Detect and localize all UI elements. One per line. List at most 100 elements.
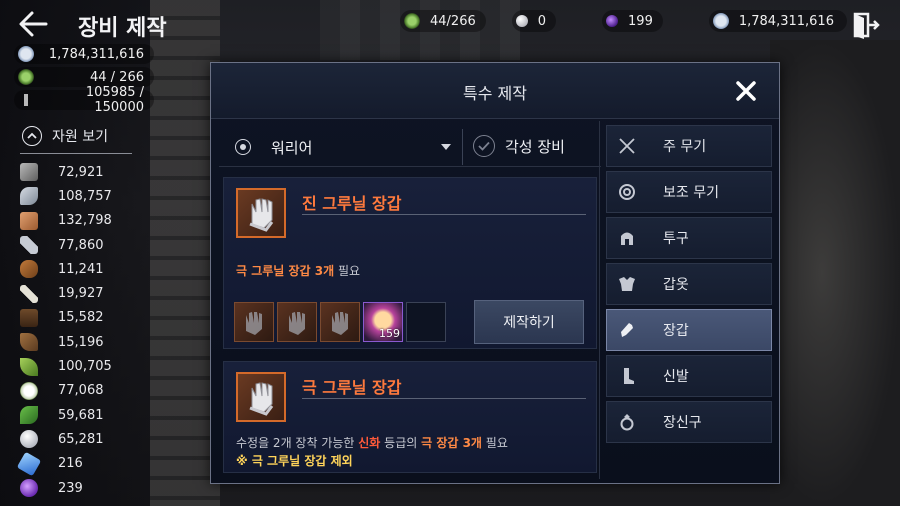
close-icon xyxy=(736,81,756,101)
egg-icon xyxy=(20,430,38,449)
leaf-icon xyxy=(20,357,38,376)
resource-purple-gem: 239 xyxy=(20,476,132,500)
silver-coin-icon xyxy=(18,46,34,62)
helmet-icon xyxy=(607,229,647,247)
stone-icon xyxy=(20,187,38,206)
recipe-requirement: 수정을 2개 장착 가능한 신화 등급의 극 장갑 3개 필요 xyxy=(236,436,508,450)
arrow-left-icon xyxy=(19,11,48,37)
resource-stone: 108,757 xyxy=(20,184,132,208)
resource-feather: 77,860 xyxy=(20,233,132,257)
resource-ore: 72,921 xyxy=(20,160,132,184)
material-slot[interactable] xyxy=(277,302,317,342)
wheat-icon xyxy=(24,92,28,108)
resource-view-toggle[interactable]: 자원 보기 xyxy=(22,126,108,146)
material-slot[interactable]: 159 xyxy=(363,302,403,342)
purple-orb-icon xyxy=(606,15,619,27)
filter-divider xyxy=(462,129,463,165)
category-gloves[interactable]: 장갑 xyxy=(606,309,772,351)
recipe-requirement: 극 그루닐 장갑 3개 필요 xyxy=(236,264,361,278)
resource-root: 15,196 xyxy=(20,330,132,354)
resource-divider xyxy=(20,153,132,154)
resource-log: 11,241 xyxy=(20,257,132,281)
top-currency-pearls: 0 xyxy=(511,10,557,32)
recipe-card[interactable]: 진 그루닐 장갑 극 그루닐 장갑 3개 필요 159 제작하기 xyxy=(223,177,597,349)
category-boots[interactable]: 신발 xyxy=(606,355,772,397)
ore-icon xyxy=(20,163,38,182)
page-title: 장비 제작 xyxy=(78,16,167,41)
top-currency-gems: 44/266 xyxy=(400,10,486,32)
category-sub-weapon[interactable]: 보조 무기 xyxy=(606,171,772,213)
category-armor[interactable]: 갑옷 xyxy=(606,263,772,305)
crystal-icon xyxy=(16,451,42,476)
cotton-icon xyxy=(20,381,38,400)
material-slot[interactable] xyxy=(320,302,360,342)
category-accessory[interactable]: 장신구 xyxy=(606,401,772,443)
top-currency-orbs: 199 xyxy=(602,10,663,32)
boot-icon xyxy=(607,367,647,385)
recipe-card[interactable]: 극 그루닐 장갑 수정을 2개 장착 가능한 신화 등급의 극 장갑 3개 필요… xyxy=(223,361,597,473)
leather-icon xyxy=(20,211,38,230)
resource-bone: 19,927 xyxy=(20,281,132,305)
dialog-title: 특수 제작 xyxy=(463,84,527,103)
crossed-swords-icon xyxy=(607,137,647,155)
radio-selected-icon xyxy=(235,139,251,155)
currency-silver: 1,784,311,616 xyxy=(14,44,154,64)
currency-stamina: 105985 / 150000 xyxy=(14,85,154,115)
recipe-name: 극 그루닐 장갑 xyxy=(302,378,402,397)
exit-door-icon xyxy=(853,12,880,39)
resource-cotton: 77,068 xyxy=(20,379,132,403)
glove-item-icon xyxy=(236,188,286,238)
armor-icon xyxy=(607,275,647,293)
awaken-gear-toggle[interactable]: 각성 장비 xyxy=(473,135,565,157)
currency-gems: 44 / 266 xyxy=(14,67,154,87)
gem-green-icon xyxy=(404,13,420,29)
background-statue xyxy=(770,40,900,506)
recipe-underline xyxy=(302,214,586,215)
silver-coin-icon xyxy=(712,13,729,29)
category-helmet[interactable]: 투구 xyxy=(606,217,772,259)
filter-bar: 워리어 각성 장비 xyxy=(219,127,601,167)
material-slot[interactable] xyxy=(234,302,274,342)
back-button[interactable] xyxy=(16,8,52,40)
resource-crystal: 216 xyxy=(16,451,132,476)
top-currency-bar: 44/266 0 199 1,784,311,616 xyxy=(400,10,853,32)
craft-button[interactable]: 제작하기 xyxy=(474,300,584,344)
resource-herb: 59,681 xyxy=(20,403,132,427)
check-circle-icon xyxy=(473,135,495,157)
glove-icon xyxy=(607,321,647,339)
exit-button[interactable] xyxy=(850,10,880,40)
resource-leaf: 100,705 xyxy=(20,354,132,378)
resource-bark: 15,582 xyxy=(20,306,132,330)
top-currency-silver: 1,784,311,616 xyxy=(708,10,847,32)
ring-icon xyxy=(607,413,647,431)
slot-count: 159 xyxy=(379,327,400,340)
root-icon xyxy=(20,333,38,352)
resource-leather: 132,798 xyxy=(20,209,132,233)
recipe-underline xyxy=(302,398,586,399)
glove-item-icon xyxy=(236,372,286,422)
bone-icon xyxy=(20,284,38,303)
gem-green-icon xyxy=(18,69,34,85)
resource-list: 72,921 108,757 132,798 77,860 11,241 19,… xyxy=(16,160,132,500)
close-button[interactable] xyxy=(735,80,757,102)
pearl-icon xyxy=(515,15,528,27)
log-icon xyxy=(20,260,38,279)
chevron-up-icon xyxy=(22,126,42,146)
material-slots: 159 xyxy=(234,302,449,342)
shield-ring-icon xyxy=(607,183,647,201)
special-craft-dialog: 특수 제작 워리어 각성 장비 진 그루닐 장갑 극 그루닐 장갑 3개 필요 … xyxy=(210,62,780,484)
purple-gem-icon xyxy=(20,479,38,497)
herb-icon xyxy=(20,406,38,425)
resource-egg: 65,281 xyxy=(20,427,132,451)
category-main-weapon[interactable]: 주 무기 xyxy=(606,125,772,167)
dialog-header: 특수 제작 xyxy=(211,63,779,119)
class-dropdown[interactable]: 워리어 xyxy=(235,135,455,159)
glove-icon xyxy=(289,312,305,335)
recipe-name: 진 그루닐 장갑 xyxy=(302,194,402,213)
recipe-note: ※ 극 그루닐 장갑 제외 xyxy=(236,454,353,468)
material-slot-empty[interactable] xyxy=(406,302,446,342)
feather-icon xyxy=(20,236,38,255)
category-panel: 주 무기 보조 무기 투구 갑옷 장갑 신발 장신구 xyxy=(599,121,779,479)
glove-icon xyxy=(246,312,262,335)
caret-down-icon xyxy=(441,144,451,150)
